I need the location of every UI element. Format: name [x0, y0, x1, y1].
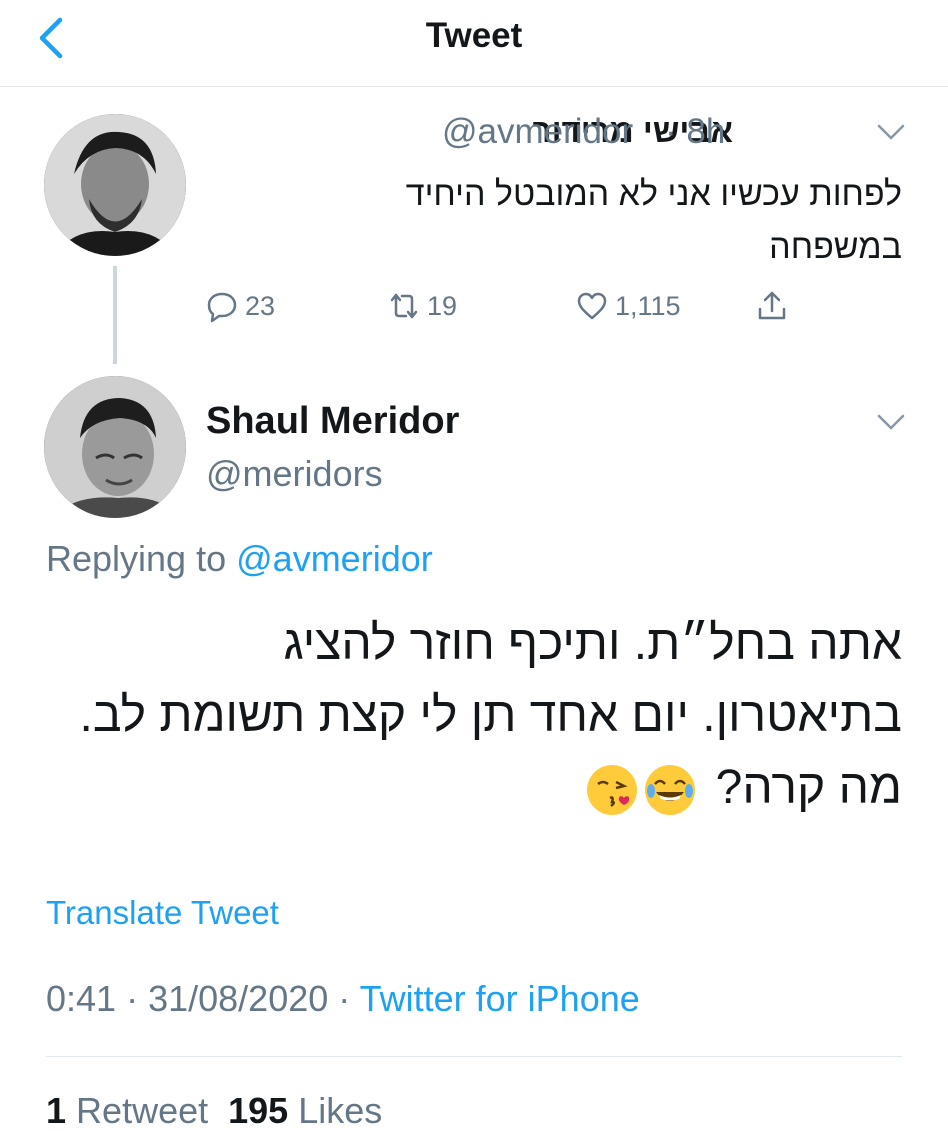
share-button[interactable] [755, 284, 789, 328]
parent-author-handle[interactable]: @avmeridor [442, 112, 633, 152]
chevron-down-icon [877, 124, 905, 140]
tweet-stats: 1 Retweet 195 Likes [46, 1090, 382, 1132]
tweet-text-line: מה קרה? [42, 752, 902, 824]
tweet-source-link[interactable]: Twitter for iPhone [360, 978, 640, 1019]
tweet-menu-button[interactable] [876, 412, 906, 432]
retweet-icon [390, 293, 418, 319]
like-stat-label: Likes [298, 1090, 383, 1131]
retweet-count: 19 [427, 290, 458, 321]
replying-label: Replying to [46, 538, 227, 579]
separator: · [338, 978, 360, 1019]
author-handle[interactable]: @meridors [206, 453, 383, 495]
retweet-total: 1 [46, 1090, 67, 1131]
separator: · [126, 978, 149, 1019]
likes-stat[interactable]: 195 Likes [228, 1090, 382, 1131]
reply-button[interactable]: 23 [205, 284, 275, 328]
face-with-tears-of-joy-icon [645, 765, 696, 816]
reply-count: 23 [245, 290, 276, 321]
tweet-time: 0:41 [46, 978, 117, 1019]
avatar[interactable] [44, 376, 186, 518]
retweet-button[interactable]: 19 [387, 284, 457, 328]
replying-to: Replying to @avmeridor [46, 538, 433, 580]
retweet-stat-label: Retweet [76, 1090, 209, 1131]
parent-timestamp: · 8h [665, 112, 726, 151]
translate-tweet-link[interactable]: Translate Tweet [46, 894, 279, 932]
share-icon [758, 291, 786, 320]
reply-icon [207, 292, 237, 323]
thread-connector [113, 266, 117, 364]
divider [46, 1056, 902, 1057]
like-total: 195 [228, 1090, 289, 1131]
like-button[interactable]: 1,115 [575, 284, 681, 328]
avatar[interactable] [44, 114, 186, 256]
tweet-menu-button[interactable] [876, 122, 906, 142]
replying-to-link[interactable]: @avmeridor [236, 538, 433, 579]
tweet-text-line: בתיאטרון. יום אחד תן לי קצת תשומת לב. [79, 689, 902, 742]
author-display-name[interactable]: Shaul Meridor [206, 400, 459, 443]
chevron-down-icon [877, 414, 905, 430]
tweet-meta: 0:41 · 31/08/2020 · Twitter for iPhone [46, 978, 640, 1020]
page-title: Tweet [425, 16, 523, 55]
tweet-text-fragment: מה קרה? [715, 761, 902, 814]
heart-icon [577, 292, 607, 320]
face-blowing-a-kiss-icon [587, 765, 638, 816]
tweet-text-line: אתה בחל״ת. ותיכף חוזר להציג [283, 617, 902, 670]
like-count: 1,115 [615, 290, 681, 321]
parent-text-line: במשפחה [769, 228, 902, 266]
tweet-text: אתה בחל״ת. ותיכף חוזר להציג בתיאטרון. יו… [42, 608, 902, 824]
tweet-date: 31/08/2020 [148, 978, 329, 1019]
emoji-group [586, 764, 696, 816]
parent-tweet-text: לפחות עכשיו אני לא המובטל היחיד במשפחה [202, 168, 902, 274]
retweets-stat[interactable]: 1 Retweet [46, 1090, 208, 1131]
parent-text-line: לפחות עכשיו אני לא המובטל היחיד [405, 175, 902, 213]
